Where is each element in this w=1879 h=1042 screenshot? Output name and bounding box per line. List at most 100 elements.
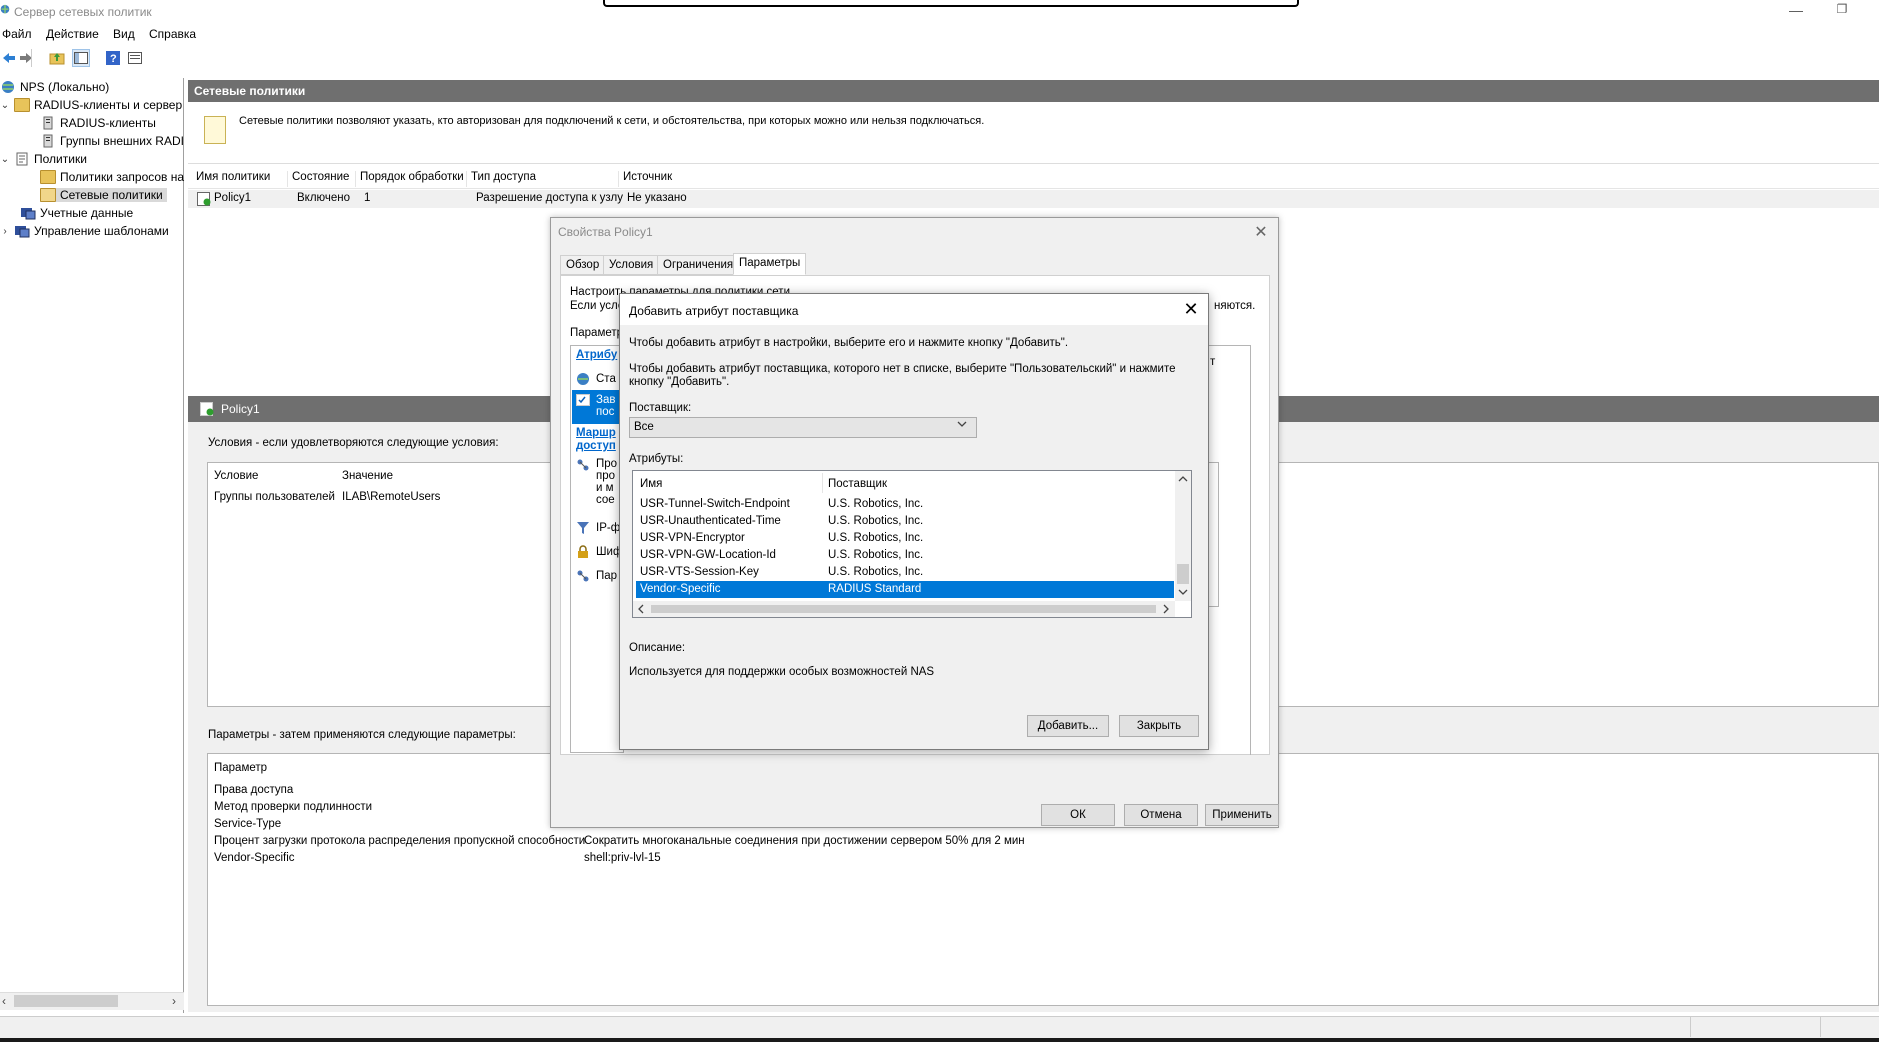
list-scroll-thumb[interactable] <box>1177 564 1189 584</box>
nav-item-ip-filter[interactable]: IP-ф <box>576 518 624 538</box>
tab-constraints[interactable]: Ограничения <box>657 255 740 275</box>
tree-item-radius[interactable]: ⌄ RADIUS-клиенты и сервер <box>0 96 183 114</box>
add-button[interactable]: Добавить... <box>1027 715 1109 737</box>
nps-globe-icon <box>2 81 14 93</box>
col-header-name[interactable]: Имя политики <box>192 171 288 187</box>
tree-item-policies[interactable]: ⌄ Политики <box>0 150 183 168</box>
help-icon[interactable]: ? <box>104 49 122 67</box>
description-label: Описание: <box>629 642 686 654</box>
chevron-down-icon[interactable] <box>1178 588 1188 596</box>
window-title: Сервер сетевых политик <box>14 5 152 19</box>
attr-col-vendor[interactable]: Поставщик <box>828 478 887 490</box>
list-item[interactable]: USR-VPN-Encryptor U.S. Robotics, Inc. <box>636 530 1174 547</box>
setting-value: Сократить многоканальные соединения при … <box>584 835 1025 847</box>
list-item[interactable]: USR-Tunnel-Switch-Endpoint U.S. Robotics… <box>636 496 1174 513</box>
vendor-instruction-2b: кнопку "Добавить". <box>629 376 730 388</box>
folder-open-icon <box>40 188 56 202</box>
attr-name: USR-Tunnel-Switch-Endpoint <box>640 498 790 510</box>
attr-col-name[interactable]: Имя <box>640 478 662 490</box>
scroll-right-icon[interactable]: › <box>172 994 176 1008</box>
nav-item-ip-settings[interactable]: Пар <box>576 566 624 586</box>
templates-icon <box>15 226 30 238</box>
tree-item-request-policies[interactable]: Политики запросов на <box>0 168 185 186</box>
nav-item-vendor-specific[interactable]: Зав пос <box>572 390 624 424</box>
tab-settings[interactable]: Параметры <box>733 253 807 275</box>
server-icon <box>43 116 53 130</box>
folder-icon <box>40 170 56 184</box>
cancel-button[interactable]: Отмена <box>1124 804 1198 826</box>
table-row[interactable]: Policy1 Включено 1 Разрешение доступа к … <box>188 190 1879 208</box>
chevron-right-icon[interactable]: › <box>0 226 10 237</box>
nav-attributes-header: Атрибу <box>576 349 618 361</box>
menu-file[interactable]: Файл <box>2 27 32 41</box>
chevron-up-icon[interactable] <box>1178 475 1188 483</box>
vendor-select[interactable]: Все <box>629 417 977 438</box>
minimize-button[interactable]: — <box>1786 2 1806 20</box>
tree-item-label: Политики запросов на <box>60 170 185 184</box>
cell-order: 1 <box>364 192 371 204</box>
close-button[interactable]: Закрыть <box>1119 715 1199 737</box>
chevron-down-icon[interactable]: ⌄ <box>0 154 10 165</box>
list-hscroll-thumb[interactable] <box>651 605 1156 613</box>
chevron-down-icon[interactable] <box>957 420 967 428</box>
nav-item-multilink[interactable]: Про про и м сое <box>576 458 624 510</box>
cell-access: Разрешение доступа к узлу <box>476 192 624 204</box>
details-title: Policy1 <box>221 402 260 416</box>
close-icon[interactable]: ✕ <box>1180 298 1202 320</box>
settings-col-param: Параметр <box>214 762 268 774</box>
chevron-left-icon[interactable] <box>637 604 645 614</box>
server-icon <box>43 134 53 148</box>
col-header-source[interactable]: Источник <box>619 171 739 187</box>
tree-item-label: Управление шаблонами <box>34 224 169 238</box>
lock-icon <box>578 545 588 558</box>
network-icon <box>577 570 589 582</box>
scroll-left-icon[interactable]: ‹ <box>2 994 6 1008</box>
setting-param: Процент загрузки протокола распределения… <box>214 835 586 847</box>
tree-item-network-policies[interactable]: Сетевые политики <box>0 186 183 204</box>
tree-item-nps[interactable]: NPS (Локально) <box>0 78 183 96</box>
properties-icon[interactable] <box>126 49 144 67</box>
list-item-selected[interactable]: Vendor-Specific RADIUS Standard <box>636 581 1174 598</box>
show-hide-tree-icon[interactable] <box>72 49 90 67</box>
ok-button[interactable]: ОК <box>1041 804 1115 826</box>
menu-action[interactable]: Действие <box>46 27 99 41</box>
column-divider <box>822 473 823 493</box>
policy-check-icon <box>200 402 214 416</box>
list-item[interactable]: USR-VPN-GW-Location-Id U.S. Robotics, In… <box>636 547 1174 564</box>
menu-view[interactable]: Вид <box>113 27 135 41</box>
cond-value: ILAB\RemoteUsers <box>342 491 441 503</box>
tree-scroll-thumb[interactable] <box>14 995 118 1007</box>
attr-vendor: U.S. Robotics, Inc. <box>828 532 924 544</box>
restore-button[interactable]: ❐ <box>1832 2 1852 20</box>
policy-check-icon <box>197 192 211 206</box>
tree-item-remote-groups[interactable]: Группы внешних RADI <box>0 132 184 150</box>
attr-vendor: U.S. Robotics, Inc. <box>828 549 924 561</box>
forward-arrow-icon[interactable] <box>17 49 35 67</box>
menu-help[interactable]: Справка <box>149 27 196 41</box>
tree-item-radius-clients[interactable]: RADIUS-клиенты <box>0 114 183 132</box>
status-bar <box>0 1016 1879 1038</box>
tab-overview[interactable]: Обзор <box>560 255 606 275</box>
col-header-order[interactable]: Порядок обработки <box>356 171 467 187</box>
toolbar-separator <box>31 49 32 67</box>
close-icon[interactable]: ✕ <box>1252 222 1270 241</box>
props-params-label: Параметр <box>570 327 624 339</box>
tab-conditions[interactable]: Условия <box>603 255 660 275</box>
list-item[interactable]: USR-Unauthenticated-Time U.S. Robotics, … <box>636 513 1174 530</box>
apply-button[interactable]: Применить <box>1205 804 1279 826</box>
info-band <box>188 102 1879 164</box>
tree-item-label: Политики <box>34 152 87 166</box>
col-header-access[interactable]: Тип доступа <box>467 171 619 187</box>
list-item[interactable]: USR-VTS-Session-Key U.S. Robotics, Inc. <box>636 564 1174 581</box>
chevron-down-icon[interactable]: ⌄ <box>0 100 10 111</box>
tree-item-accounting[interactable]: Учетные данные <box>0 204 183 222</box>
up-folder-icon[interactable] <box>48 49 66 67</box>
nav-item-encryption[interactable]: Шиф <box>576 542 624 562</box>
col-header-state[interactable]: Состояние <box>288 171 356 187</box>
tree-item-templates[interactable]: › Управление шаблонами <box>0 222 183 240</box>
tree-item-label: RADIUS-клиенты <box>60 116 156 130</box>
nav-item-standard[interactable]: Ста <box>576 369 624 389</box>
chevron-right-icon[interactable] <box>1162 604 1170 614</box>
back-arrow-icon[interactable] <box>0 49 18 67</box>
attr-vendor: U.S. Robotics, Inc. <box>828 498 924 510</box>
